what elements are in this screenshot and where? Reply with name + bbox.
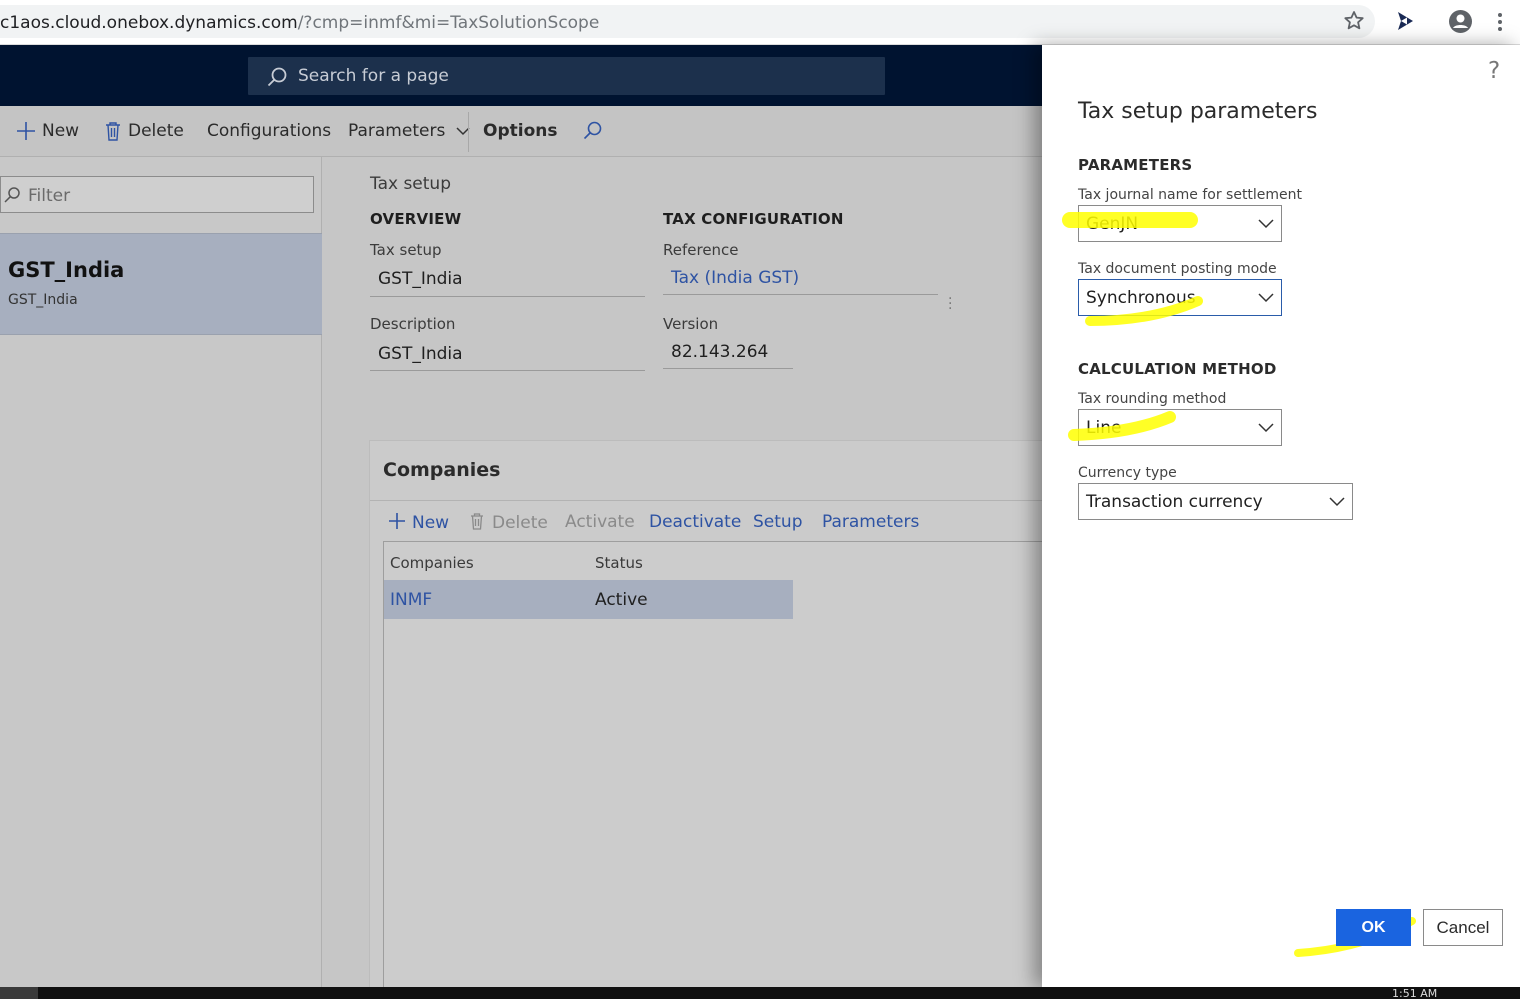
plus-icon xyxy=(17,122,35,140)
list-item-title: GST_India xyxy=(8,258,125,282)
posting-mode-dropdown[interactable]: Synchronous xyxy=(1078,279,1282,316)
trash-icon xyxy=(106,122,120,141)
journal-value: GenJN xyxy=(1086,214,1139,234)
deactivate-button[interactable]: Deactivate xyxy=(649,512,741,532)
calculation-method-header: CALCULATION METHOD xyxy=(1078,360,1277,378)
chevron-down-icon xyxy=(1258,423,1274,433)
rounding-dropdown[interactable]: Line xyxy=(1078,409,1282,446)
start-button[interactable] xyxy=(0,987,38,999)
filter-input[interactable]: Filter xyxy=(0,176,314,213)
posting-mode-value: Synchronous xyxy=(1086,288,1196,308)
filter-search-icon xyxy=(4,187,20,203)
setup-button[interactable]: Setup xyxy=(753,512,802,532)
rounding-label: Tax rounding method xyxy=(1078,391,1227,407)
column-header-status[interactable]: Status xyxy=(595,554,643,572)
page-search-input[interactable]: Search for a page xyxy=(248,57,885,95)
plus-icon xyxy=(389,513,405,529)
section-title: Tax setup xyxy=(370,174,451,194)
parameters-menu-button[interactable]: Parameters xyxy=(348,121,471,141)
ok-button[interactable]: OK xyxy=(1336,909,1411,946)
dynamics-extension-icon[interactable] xyxy=(1394,10,1416,32)
chevron-down-icon xyxy=(1258,293,1274,303)
options-tab[interactable]: Options xyxy=(483,121,557,141)
version-label: Version xyxy=(663,315,719,333)
reference-label: Reference xyxy=(663,241,739,259)
reference-underline xyxy=(663,294,938,295)
companies-grid: Companies Status INMF Active xyxy=(383,541,1042,987)
address-bar[interactable]: c1aos.cloud.onebox.dynamics.com/?cmp=inm… xyxy=(0,5,1375,38)
companies-parameters-button[interactable]: Parameters xyxy=(822,512,919,532)
browser-toolbar: c1aos.cloud.onebox.dynamics.com/?cmp=inm… xyxy=(0,0,1520,45)
parameters-label: Parameters xyxy=(348,121,446,141)
tax-setup-label: Tax setup xyxy=(370,241,442,259)
column-header-companies[interactable]: Companies xyxy=(390,554,474,572)
new-label: New xyxy=(42,121,80,141)
url-path: /?cmp=inmf&mi=TaxSolutionScope xyxy=(297,13,600,33)
journal-label: Tax journal name for settlement xyxy=(1078,187,1303,203)
trash-icon xyxy=(471,513,483,530)
help-icon[interactable]: ? xyxy=(1488,58,1500,84)
list-item-subtitle: GST_India xyxy=(8,292,78,308)
url-text: c1aos.cloud.onebox.dynamics.com/?cmp=inm… xyxy=(0,13,599,33)
companies-title[interactable]: Companies xyxy=(383,459,500,481)
companies-delete-button[interactable]: Delete xyxy=(469,512,548,533)
search-placeholder: Search for a page xyxy=(298,66,449,86)
posting-mode-label: Tax document posting mode xyxy=(1078,261,1277,277)
dialog-title: Tax setup parameters xyxy=(1078,99,1318,124)
action-pane: New Delete Configurations Parameters Opt… xyxy=(0,106,1042,157)
description-label: Description xyxy=(370,315,456,333)
find-icon[interactable] xyxy=(582,120,604,142)
activate-button[interactable]: Activate xyxy=(565,512,635,532)
app-background: Search for a page New Delete Configurati… xyxy=(0,45,1042,987)
rounding-value: Line xyxy=(1086,418,1122,438)
profile-icon[interactable] xyxy=(1448,9,1473,34)
tax-setup-field[interactable]: GST_India xyxy=(378,269,463,289)
list-pane: Filter GST_India GST_India xyxy=(0,157,322,987)
delete-button[interactable]: Delete xyxy=(104,121,184,141)
chevron-down-icon xyxy=(1329,497,1345,507)
companies-separator xyxy=(370,500,1042,501)
action-separator xyxy=(468,112,469,152)
companies-section: Companies New Delete Activate Deactivate… xyxy=(369,440,1042,987)
delete-label: Delete xyxy=(128,121,184,141)
reference-link[interactable]: Tax (India GST) xyxy=(671,268,799,288)
companies-new-label: New xyxy=(412,513,450,533)
list-item[interactable]: GST_India GST_India xyxy=(0,233,322,335)
journal-dropdown[interactable]: GenJN xyxy=(1078,205,1282,242)
parameters-header: PARAMETERS xyxy=(1078,156,1193,174)
table-row[interactable]: INMF Active xyxy=(384,580,793,619)
currency-label: Currency type xyxy=(1078,465,1177,481)
status-cell: Active xyxy=(595,590,648,610)
currency-dropdown[interactable]: Transaction currency xyxy=(1078,483,1353,520)
tax-configuration-header: TAX CONFIGURATION xyxy=(663,210,844,228)
companies-new-button[interactable]: New xyxy=(388,512,449,533)
tax-setup-parameters-dialog: ? Tax setup parameters PARAMETERS Tax jo… xyxy=(1042,45,1520,987)
configurations-button[interactable]: Configurations xyxy=(207,121,331,141)
overview-header: OVERVIEW xyxy=(370,210,462,228)
more-icon[interactable]: · · · xyxy=(948,292,952,316)
companies-delete-label: Delete xyxy=(492,513,548,533)
description-underline xyxy=(370,370,645,371)
taskbar-clock: 1:51 AM xyxy=(1392,987,1438,999)
search-icon xyxy=(267,67,287,87)
description-field[interactable]: GST_India xyxy=(378,344,463,364)
new-button[interactable]: New xyxy=(16,121,79,141)
filter-placeholder: Filter xyxy=(28,186,71,206)
company-cell[interactable]: INMF xyxy=(390,590,432,610)
bookmark-star-icon[interactable] xyxy=(1342,9,1366,33)
cancel-button[interactable]: Cancel xyxy=(1423,909,1503,946)
navigation-bar: Search for a page xyxy=(0,45,1042,106)
version-value: 82.143.264 xyxy=(671,342,769,362)
chevron-down-icon xyxy=(1258,219,1274,229)
browser-menu-icon[interactable] xyxy=(1492,10,1508,34)
detail-pane: Tax setup OVERVIEW TAX CONFIGURATION Tax… xyxy=(322,157,1042,987)
currency-value: Transaction currency xyxy=(1086,492,1263,512)
taskbar: 1:51 AM xyxy=(0,987,1520,999)
url-host: c1aos.cloud.onebox.dynamics.com xyxy=(0,13,298,33)
tax-setup-underline xyxy=(370,296,645,297)
version-underline xyxy=(663,368,793,369)
